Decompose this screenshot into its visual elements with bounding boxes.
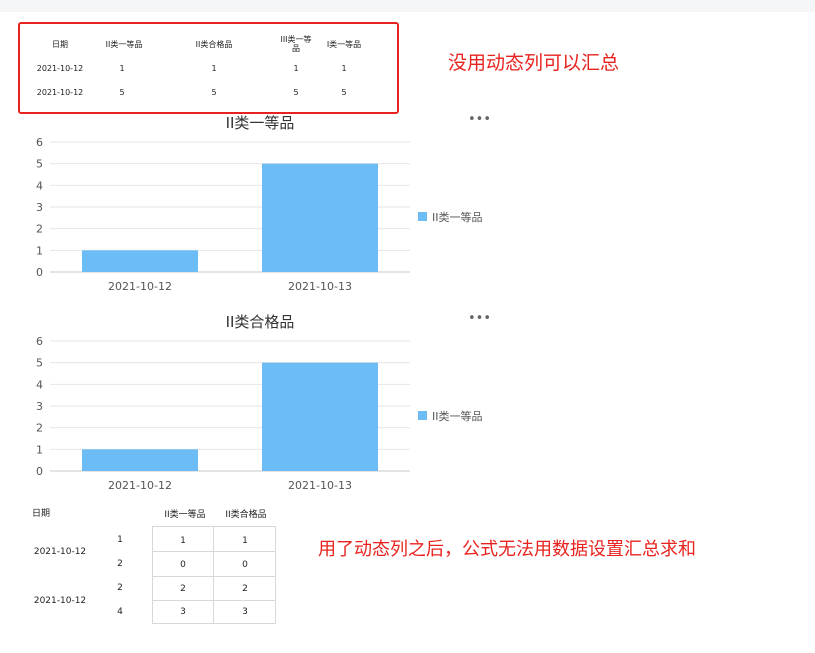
- row2-col1: 5: [119, 88, 125, 97]
- group2-date: 2021-10-12: [33, 596, 87, 606]
- header-date: 日期: [52, 40, 68, 49]
- chart-2: II类合格品 ••• 0 1 2 3 4 5 6 2021-10-12 2021-10-13 II…: [30, 311, 491, 501]
- x-tick-label: 2021-10-12: [108, 280, 172, 293]
- note-summary-fails: 用了动态列之后，公式无法用数据设置汇总求和: [318, 539, 696, 560]
- row2-col4: 5: [341, 88, 347, 97]
- bottom-table-grid: [152, 526, 276, 624]
- legend-swatch: [418, 411, 427, 420]
- y-tick-label: 1: [36, 244, 43, 257]
- grid-divider: [152, 576, 276, 577]
- grid-divider: [152, 600, 276, 601]
- group1-row2-col1: 0: [180, 560, 186, 570]
- group2-row1-col2: 2: [242, 584, 248, 594]
- group1-row1-label: 1: [117, 535, 123, 545]
- row1-col1: 1: [119, 64, 125, 73]
- row2-col3: 5: [293, 88, 299, 97]
- chart-1: II类一等品 ••• 0 1 2 3 4 5 6 2021-10-12 2021-10-13 II…: [30, 112, 491, 302]
- bar: [82, 250, 198, 272]
- row1-col2: 1: [211, 64, 217, 73]
- y-tick-label: 2: [36, 422, 43, 435]
- bar: [262, 163, 378, 272]
- bottom-header-date: 日期: [32, 509, 51, 519]
- y-tick-label: 3: [36, 201, 43, 214]
- legend-label: II类一等品: [432, 409, 483, 423]
- y-tick-label: 4: [36, 179, 43, 192]
- y-tick-label: 5: [36, 357, 43, 370]
- bottom-header-col1: II类一等品: [164, 510, 206, 520]
- group1-row2-label: 2: [117, 559, 123, 569]
- group2-row1-col1: 2: [180, 584, 186, 594]
- x-tick-label: 2021-10-13: [288, 479, 352, 492]
- bottom-header-col2: II类合格品: [225, 510, 267, 520]
- bar: [82, 449, 198, 471]
- chart-plot: 0 1 2 3 4 5 6 2021-10-12 2021-10-13 II类一等品: [36, 335, 483, 492]
- x-tick-label: 2021-10-13: [288, 280, 352, 293]
- bar: [262, 362, 378, 471]
- note-summary-works: 没用动态列可以汇总: [448, 52, 620, 74]
- y-tick-label: 3: [36, 400, 43, 413]
- group2-row1-label: 2: [117, 583, 123, 593]
- top-bar: [0, 0, 815, 12]
- group1-date: 2021-10-12: [33, 547, 87, 557]
- header-col3: III类一等品: [280, 35, 312, 53]
- row1-date: 2021-10-12: [36, 64, 84, 73]
- group2-row2-label: 4: [117, 607, 123, 617]
- header-col4: I类一等品: [326, 40, 362, 49]
- row2-date: 2021-10-12: [36, 88, 84, 97]
- group1-row1-col2: 1: [242, 536, 248, 546]
- y-tick-label: 5: [36, 158, 43, 171]
- y-tick-label: 4: [36, 378, 43, 391]
- legend-label: II类一等品: [432, 210, 483, 224]
- group1-row2-col2: 0: [242, 560, 248, 570]
- grid-divider: [152, 551, 276, 552]
- x-tick-label: 2021-10-12: [108, 479, 172, 492]
- group2-row2-col2: 3: [242, 607, 248, 617]
- header-col2: II类合格品: [195, 40, 233, 49]
- legend-swatch: [418, 212, 427, 221]
- y-tick-label: 6: [36, 136, 43, 149]
- grid-divider: [213, 526, 214, 624]
- y-tick-label: 2: [36, 223, 43, 236]
- row2-col2: 5: [211, 88, 217, 97]
- row1-col4: 1: [341, 64, 347, 73]
- y-tick-label: 0: [36, 465, 43, 478]
- chart-plot: 0 1 2 3 4 5 6 2021-10-12 2021-10-13 II类一等品: [36, 136, 483, 293]
- row1-col3: 1: [293, 64, 299, 73]
- y-tick-label: 0: [36, 266, 43, 279]
- group1-row1-col1: 1: [180, 536, 186, 546]
- y-tick-label: 6: [36, 335, 43, 348]
- header-col1: II类一等品: [105, 40, 143, 49]
- group2-row2-col1: 3: [180, 607, 186, 617]
- y-tick-label: 1: [36, 443, 43, 456]
